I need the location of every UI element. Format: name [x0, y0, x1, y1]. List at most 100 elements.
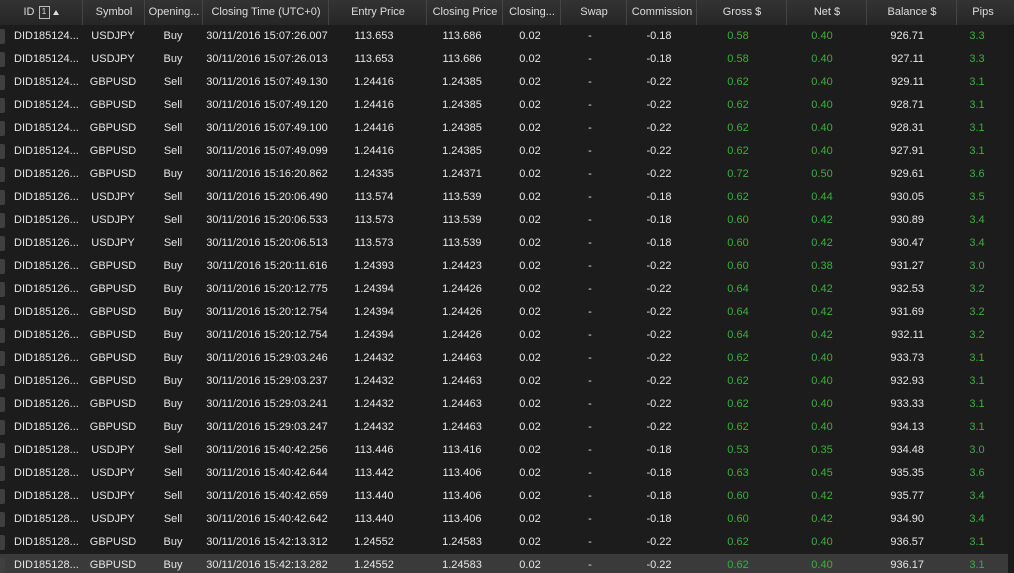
cell-closing-price: 1.24385	[442, 122, 482, 134]
cell-entry-price: 113.574	[354, 191, 394, 203]
table-row[interactable]: DID185128... USDJPY Sell 30/11/2016 15:40:4…	[0, 508, 1008, 532]
cell-gross: 0.72	[727, 168, 749, 180]
header-gross[interactable]: Gross $	[696, 0, 787, 25]
header-net[interactable]: Net $	[786, 0, 867, 25]
table-row[interactable]: DID185126... GBPUSD Buy 30/11/2016 15:16:20…	[0, 163, 1008, 187]
table-row[interactable]: DID185126... USDJPY Sell 30/11/2016 15:20:0…	[0, 186, 1008, 210]
cell-id: DID185124...	[14, 30, 79, 42]
cell-gross: 0.62	[727, 122, 749, 134]
header-swap[interactable]: Swap	[560, 0, 627, 25]
cell-entry-price: 1.24552	[354, 536, 394, 548]
header-id[interactable]: ID 1	[0, 0, 82, 25]
header-pips-label: Pips	[972, 6, 994, 18]
cell-commission: -0.22	[646, 168, 672, 180]
table-row[interactable]: DID185126... GBPUSD Buy 30/11/2016 15:20:12…	[0, 278, 1008, 302]
cell-balance: 931.69	[890, 306, 924, 318]
cell-entry-price: 1.24416	[354, 145, 394, 157]
table-row[interactable]: DID185128... USDJPY Sell 30/11/2016 15:40:4…	[0, 462, 1008, 486]
cell-swap: -	[588, 490, 592, 502]
table-row[interactable]: DID185124... USDJPY Buy 30/11/2016 15:07:26…	[0, 25, 1008, 49]
cell-closing-time: 30/11/2016 15:20:12.775	[206, 283, 328, 295]
cell-net: 0.40	[811, 145, 833, 157]
table-row[interactable]: DID185126... GBPUSD Buy 30/11/2016 15:29:03…	[0, 347, 1008, 371]
table-row[interactable]: DID185128... USDJPY Sell 30/11/2016 15:40:4…	[0, 485, 1008, 509]
header-entry-price-label: Entry Price	[351, 6, 405, 18]
cell-commission: -0.22	[646, 145, 672, 157]
cell-swap: -	[588, 513, 592, 525]
row-handle	[0, 190, 5, 205]
cell-id: DID185126...	[14, 329, 79, 341]
table-row[interactable]: DID185126... USDJPY Sell 30/11/2016 15:20:0…	[0, 232, 1008, 256]
cell-net: 0.42	[811, 490, 833, 502]
cell-closing-qty: 0.02	[519, 283, 541, 295]
table-row[interactable]: DID185124... GBPUSD Sell 30/11/2016 15:07:4…	[0, 117, 1008, 141]
header-pips[interactable]: Pips	[956, 0, 1009, 25]
cell-pips: 3.2	[969, 283, 985, 295]
cell-closing-time: 30/11/2016 15:40:42.659	[206, 490, 328, 502]
table-row[interactable]: DID185128... GBPUSD Buy 30/11/2016 15:42:13…	[0, 531, 1008, 555]
cell-balance: 927.91	[890, 145, 924, 157]
cell-closing-time: 30/11/2016 15:20:12.754	[206, 306, 328, 318]
table-row[interactable]: DID185126... GBPUSD Buy 30/11/2016 15:20:12…	[0, 324, 1008, 348]
table-row[interactable]: DID185124... GBPUSD Sell 30/11/2016 15:07:4…	[0, 140, 1008, 164]
table-row[interactable]: DID185126... GBPUSD Buy 30/11/2016 15:29:03…	[0, 416, 1008, 440]
cell-direction: Sell	[163, 214, 183, 226]
cell-closing-price: 113.406	[442, 490, 482, 502]
row-handle	[0, 351, 5, 366]
cell-net: 0.40	[811, 536, 833, 548]
cell-id: DID185124...	[14, 122, 79, 134]
cell-entry-price: 1.24416	[354, 122, 394, 134]
header-closing[interactable]: Closing...	[502, 0, 561, 25]
table-row[interactable]: DID185124... GBPUSD Sell 30/11/2016 15:07:4…	[0, 94, 1008, 118]
cell-balance: 936.17	[890, 559, 924, 571]
header-net-label: Net $	[813, 6, 841, 18]
header-closing-time[interactable]: Closing Time (UTC+0)	[202, 0, 329, 25]
header-symbol[interactable]: Symbol	[82, 0, 145, 25]
cell-balance: 932.53	[890, 283, 924, 295]
cell-closing-qty: 0.02	[519, 352, 541, 364]
table-row[interactable]: DID185124... USDJPY Buy 30/11/2016 15:07:26…	[0, 48, 1008, 72]
cell-closing-price: 113.406	[442, 467, 482, 479]
cell-pips: 3.1	[969, 398, 985, 410]
cell-swap: -	[588, 237, 592, 249]
cell-symbol: GBPUSD	[89, 260, 137, 272]
header-balance[interactable]: Balance $	[866, 0, 957, 25]
header-swap-label: Swap	[580, 6, 608, 18]
cell-symbol: GBPUSD	[89, 122, 137, 134]
cell-id: DID185126...	[14, 191, 79, 203]
cell-closing-time: 30/11/2016 15:07:49.099	[206, 145, 328, 157]
cell-closing-qty: 0.02	[519, 421, 541, 433]
table-row[interactable]: DID185126... GBPUSD Buy 30/11/2016 15:20:12…	[0, 301, 1008, 325]
cell-gross: 0.60	[727, 237, 749, 249]
cell-closing-time: 30/11/2016 15:40:42.256	[206, 444, 328, 456]
cell-gross: 0.58	[727, 53, 749, 65]
cell-swap: -	[588, 536, 592, 548]
cell-commission: -0.22	[646, 536, 672, 548]
row-handle	[0, 328, 5, 343]
header-closing-price[interactable]: Closing Price	[426, 0, 503, 25]
cell-closing-time: 30/11/2016 15:29:03.246	[206, 352, 328, 364]
cell-symbol: USDJPY	[91, 191, 135, 203]
cell-swap: -	[588, 260, 592, 272]
cell-entry-price: 1.24552	[354, 559, 394, 571]
cell-gross: 0.62	[727, 536, 749, 548]
cell-id: DID185126...	[14, 352, 79, 364]
cell-closing-price: 113.539	[442, 191, 482, 203]
cell-closing-price: 1.24423	[442, 260, 482, 272]
cell-id: DID185126...	[14, 283, 79, 295]
cell-direction: Sell	[163, 490, 183, 502]
table-row[interactable]: DID185126... GBPUSD Buy 30/11/2016 15:29:03…	[0, 370, 1008, 394]
table-row[interactable]: DID185128... GBPUSD Buy 30/11/2016 15:42:13…	[0, 554, 1008, 573]
table-row[interactable]: DID185128... USDJPY Sell 30/11/2016 15:40:4…	[0, 439, 1008, 463]
column-header-row: ID 1 Symbol Opening... Closing Time (UTC+…	[0, 0, 1014, 26]
table-row[interactable]: DID185126... USDJPY Sell 30/11/2016 15:20:0…	[0, 209, 1008, 233]
table-row[interactable]: DID185126... GBPUSD Buy 30/11/2016 15:20:11…	[0, 255, 1008, 279]
cell-closing-time: 30/11/2016 15:20:06.513	[206, 237, 328, 249]
cell-gross: 0.63	[727, 467, 749, 479]
table-row[interactable]: DID185126... GBPUSD Buy 30/11/2016 15:29:03…	[0, 393, 1008, 417]
header-commission[interactable]: Commission	[626, 0, 697, 25]
cell-entry-price: 1.24394	[354, 306, 394, 318]
header-opening[interactable]: Opening...	[144, 0, 203, 25]
header-entry-price[interactable]: Entry Price	[328, 0, 427, 25]
table-row[interactable]: DID185124... GBPUSD Sell 30/11/2016 15:07:4…	[0, 71, 1008, 95]
